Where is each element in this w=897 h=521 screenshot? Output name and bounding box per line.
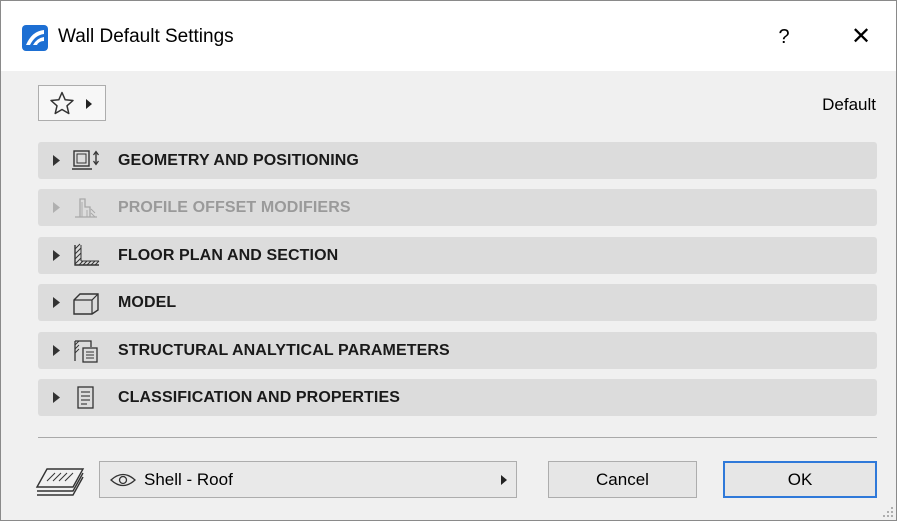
layer-icon [35,468,85,496]
layer-dropdown[interactable]: Shell - Roof [99,461,517,498]
model-icon [73,293,99,315]
ok-button[interactable]: OK [723,461,877,498]
panel-floor-plan-and-section[interactable]: FLOOR PLAN AND SECTION [38,237,877,274]
panel-label: MODEL [118,294,177,311]
panel-structural-analytical-parameters[interactable]: STRUCTURAL ANALYTICAL PARAMETERS [38,332,877,369]
window-title: Wall Default Settings [58,26,234,47]
panel-geometry-and-positioning[interactable]: GEOMETRY AND POSITIONING [38,142,877,179]
help-button[interactable]: ? [766,21,802,53]
panel-label: GEOMETRY AND POSITIONING [118,152,359,169]
close-button[interactable]: ✕ [843,21,879,53]
structural-icon [74,340,98,363]
chevron-right-icon [53,392,60,403]
floor-plan-icon [74,243,100,266]
panel-model[interactable]: MODEL [38,284,877,321]
chevron-right-icon [53,202,60,213]
favorites-button[interactable] [38,85,106,121]
panel-label: STRUCTURAL ANALYTICAL PARAMETERS [118,342,450,359]
cancel-button[interactable]: Cancel [548,461,697,498]
panel-profile-offset-modifiers: PROFILE OFFSET MODIFIERS [38,189,877,226]
profile-offset-icon [75,198,97,218]
panel-label: CLASSIFICATION AND PROPERTIES [118,389,401,406]
panel-classification-and-properties[interactable]: CLASSIFICATION AND PROPERTIES [38,379,877,416]
chevron-right-icon [53,345,60,356]
chevron-right-icon [53,155,60,166]
panel-label: FLOOR PLAN AND SECTION [118,247,339,264]
chevron-right-icon [501,475,507,485]
eye-icon [110,473,136,487]
layer-value: Shell - Roof [144,470,233,489]
classification-icon [77,386,94,409]
divider [38,437,877,438]
archicad-logo-icon [22,25,48,51]
chevron-right-icon [53,297,60,308]
wall-default-settings-dialog: Wall Default Settings ? ✕ Default GEOMET… [0,0,897,521]
geometry-icon [72,150,99,170]
resize-grip-icon[interactable] [882,506,894,518]
title-bar: Wall Default Settings ? ✕ [1,1,896,71]
chevron-right-icon [86,99,92,109]
star-icon [50,91,74,115]
preset-name: Default [822,95,876,114]
chevron-right-icon [53,250,60,261]
panel-label: PROFILE OFFSET MODIFIERS [118,199,351,216]
